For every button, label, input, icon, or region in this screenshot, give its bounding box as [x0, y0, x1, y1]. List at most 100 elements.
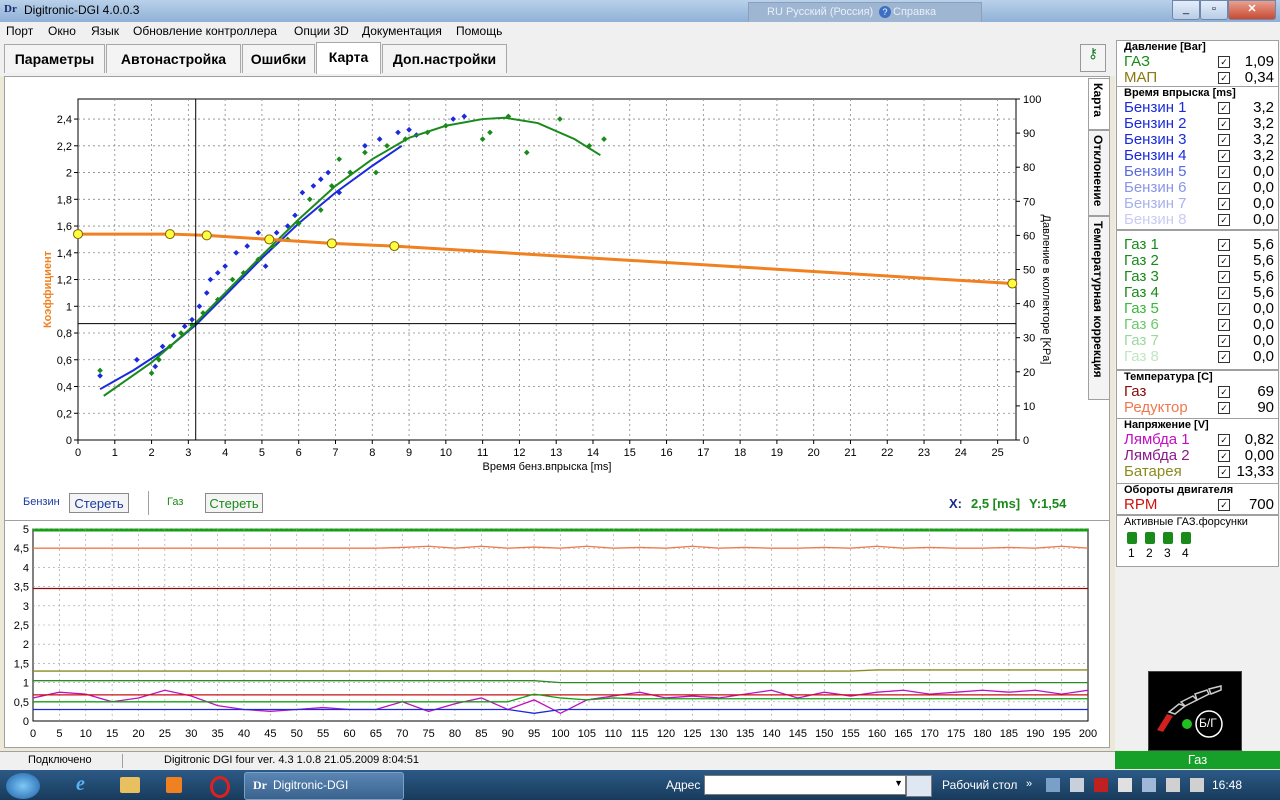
x-axis-label: Время бенз.впрыска [ms] — [483, 461, 612, 473]
media-player-icon[interactable] — [156, 773, 192, 797]
tab-errors[interactable]: Ошибки — [242, 44, 315, 73]
temperature-checkbox[interactable]: ✓ — [1218, 386, 1230, 398]
x-tick-label: 3 — [185, 447, 191, 459]
y2-tick-label: 40 — [1023, 299, 1035, 311]
tab-parameters[interactable]: Параметры — [4, 44, 105, 73]
help-icon[interactable]: ? — [879, 6, 891, 18]
temperature-name: Редуктор — [1124, 399, 1188, 416]
menu-documentation[interactable]: Документация — [362, 24, 442, 38]
vtab-temp-correction[interactable]: Температурная коррекция — [1088, 216, 1110, 400]
benzin-injection-checkbox[interactable]: ✓ — [1218, 102, 1230, 114]
menu-window[interactable]: Окно — [48, 24, 76, 38]
injection-title: Время впрыска [ms] — [1124, 87, 1236, 99]
tray-network-error-icon[interactable] — [1094, 778, 1108, 792]
taskbar-app-button[interactable]: Dr Digitronic-DGI — [244, 772, 404, 800]
coefficient-point[interactable] — [389, 241, 400, 252]
pressure-checkbox[interactable]: ✓ — [1218, 72, 1230, 84]
y-readout: Y:1,54 — [1029, 496, 1067, 511]
pressure-name: ГАЗ — [1124, 53, 1151, 70]
help-label[interactable]: Справка — [893, 6, 936, 18]
gas-injection-checkbox[interactable]: ✓ — [1218, 271, 1230, 283]
benzin-injection-checkbox[interactable]: ✓ — [1218, 198, 1230, 210]
start-button-icon[interactable] — [6, 773, 40, 799]
address-input[interactable]: ▼ — [704, 775, 906, 795]
benzin-injection-name: Бензин 4 — [1124, 147, 1187, 164]
voltage-name: Лямбда 2 — [1124, 447, 1190, 464]
maximize-button[interactable]: ▫ — [1200, 0, 1228, 20]
coefficient-point[interactable] — [201, 230, 212, 241]
coefficient-point[interactable] — [1007, 278, 1018, 289]
coefficient-point[interactable] — [326, 238, 337, 249]
language-bar[interactable]: RU Русский (Россия) ? Справка — [748, 2, 982, 24]
gas-injection-checkbox[interactable]: ✓ — [1218, 319, 1230, 331]
minimize-button[interactable]: _ — [1172, 0, 1200, 20]
strip-x-tick-label: 5 — [56, 728, 62, 740]
tray-keyboard-icon[interactable] — [1118, 778, 1132, 792]
explorer-icon[interactable] — [112, 773, 148, 797]
gas-injection-checkbox[interactable]: ✓ — [1218, 303, 1230, 315]
pressure-axis-label: Давление в коллекторе [KPa] — [1040, 215, 1052, 365]
x-tick-label: 12 — [513, 447, 525, 459]
clock[interactable]: 16:48 — [1212, 778, 1242, 792]
ie-icon[interactable]: e — [68, 773, 104, 797]
config-icon[interactable]: ⚷ — [1080, 44, 1106, 72]
pressure-checkbox[interactable]: ✓ — [1218, 56, 1230, 68]
tray-expand-icon[interactable]: » — [1026, 778, 1032, 790]
benzin-injection-checkbox[interactable]: ✓ — [1218, 134, 1230, 146]
gas-injection-checkbox[interactable]: ✓ — [1218, 335, 1230, 347]
gas-injection-checkbox[interactable]: ✓ — [1218, 287, 1230, 299]
tray-display-icon[interactable] — [1142, 778, 1156, 792]
gas-injection-value: 0,0 — [1253, 300, 1274, 317]
go-icon[interactable] — [906, 775, 932, 797]
close-button[interactable]: ✕ — [1228, 0, 1276, 20]
chevron-down-icon[interactable]: ▼ — [894, 778, 903, 788]
fuel-indicator[interactable]: Б/Г — [1148, 671, 1242, 751]
menu-update-controller[interactable]: Обновление контроллера — [133, 24, 277, 38]
temperature-checkbox[interactable]: ✓ — [1218, 402, 1230, 414]
strip-x-tick-label: 60 — [343, 728, 355, 740]
vtab-deviation[interactable]: Отклонение — [1088, 130, 1110, 216]
coefficient-point[interactable] — [264, 234, 275, 245]
voltage-checkbox[interactable]: ✓ — [1218, 450, 1230, 462]
benzin-clear-button[interactable]: Стереть — [69, 493, 129, 513]
y-tick-label: 0,6 — [57, 355, 72, 367]
rpm-checkbox[interactable]: ✓ — [1218, 499, 1230, 511]
menu-language[interactable]: Язык — [91, 24, 119, 38]
menu-options-3d[interactable]: Опции 3D — [294, 24, 349, 38]
tab-autotune[interactable]: Автонастройка — [106, 44, 241, 73]
voltage-name: Батарея — [1124, 463, 1182, 480]
benzin-injection-checkbox[interactable]: ✓ — [1218, 214, 1230, 226]
benzin-injection-value: 0,0 — [1253, 179, 1274, 196]
pressure-value: 1,09 — [1244, 53, 1274, 70]
tab-map[interactable]: Карта — [316, 42, 381, 74]
gas-injection-checkbox[interactable]: ✓ — [1218, 239, 1230, 251]
tab-extra-settings[interactable]: Доп.настройки — [382, 44, 507, 73]
gas-injection-row: Газ 3 ✓ 5,6 — [1124, 268, 1276, 285]
vtab-map[interactable]: Карта — [1088, 78, 1110, 130]
strip-chart[interactable]: 0 5 10 15 20 25 30 35 40 45 50 55 60 65 70 75 80 85 90 95 10… — [5, 521, 1109, 747]
benzin-injection-checkbox[interactable]: ✓ — [1218, 118, 1230, 130]
y-tick-label: 1,8 — [57, 194, 72, 206]
tray-volume-icon[interactable] — [1190, 778, 1204, 792]
gas-injection-checkbox[interactable]: ✓ — [1218, 255, 1230, 267]
voltage-checkbox[interactable]: ✓ — [1218, 466, 1230, 478]
coefficient-point[interactable] — [73, 229, 83, 240]
map-panel: 0 1 2 3 4 5 6 7 8 9 10 11 12 13 14 15 16 17 18 19 20 21 22 23 24… — [4, 76, 1110, 522]
menu-port[interactable]: Порт — [6, 24, 33, 38]
menu-help[interactable]: Помощь — [456, 24, 502, 38]
benzin-injection-checkbox[interactable]: ✓ — [1218, 182, 1230, 194]
voltage-checkbox[interactable]: ✓ — [1218, 434, 1230, 446]
coefficient-point[interactable] — [164, 229, 175, 240]
status-bar: Подключено Digitronic DGI four ver. 4.3 … — [0, 751, 1115, 770]
tray-network-icon[interactable] — [1046, 778, 1060, 792]
opera-icon[interactable] — [200, 773, 236, 798]
map-chart[interactable]: 0 1 2 3 4 5 6 7 8 9 10 11 12 13 14 15 16 17 18 19 20 21 22 23 24… — [5, 77, 1085, 521]
gas-injection-checkbox[interactable]: ✓ — [1218, 351, 1230, 363]
language-indicator[interactable]: RU Русский (Россия) — [767, 6, 873, 18]
tray-app-icon[interactable] — [1070, 778, 1084, 792]
benzin-injection-checkbox[interactable]: ✓ — [1218, 166, 1230, 178]
gas-clear-button[interactable]: Стереть — [205, 493, 263, 513]
strip-x-tick-label: 135 — [736, 728, 754, 740]
tray-flag-icon[interactable] — [1166, 778, 1180, 792]
benzin-injection-checkbox[interactable]: ✓ — [1218, 150, 1230, 162]
